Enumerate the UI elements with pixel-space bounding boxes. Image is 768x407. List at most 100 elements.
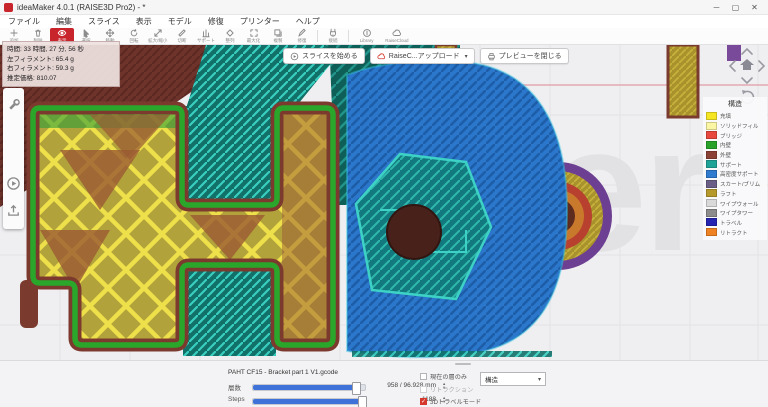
close-preview-label: プレビューを閉じる [499,51,562,61]
model-support-upper-notch [183,106,276,208]
legend-row-0: 充填 [706,111,764,121]
legend-label: リトラクト [720,228,748,237]
home-view-icon[interactable] [740,59,754,70]
play-icon[interactable] [6,176,21,191]
close-preview-button[interactable]: プレビューを閉じる [480,48,569,64]
print-stats-panel: 時間: 33 時間, 27 分, 56 秒左フィラメント: 65.4 g右フィラ… [2,41,120,87]
stat-row-3: 推定価格: 810.07 [7,74,115,84]
rotate-icon [129,28,139,38]
panel-drag-handle[interactable] [455,363,471,365]
menu-item-6[interactable]: プリンター [232,15,288,28]
start-slice-label: スライスを始める [302,51,358,61]
legend-label: 充填 [720,112,731,121]
toolbar-button-cut[interactable]: 切断 [170,28,194,44]
legend-label: ソリッドフィル [720,121,758,130]
side-toolbar [3,88,24,229]
legend-row-4: 外壁 [706,150,764,160]
legend-label: スカート/ブリム [720,179,760,188]
checkbox-row-1[interactable]: リトラクション [420,385,473,394]
legend-label: 外壁 [720,150,731,159]
maximize-button[interactable]: ▢ [726,1,745,14]
stat-row-0: 時間: 33 時間, 27 分, 56 秒 [7,45,115,55]
menu-item-1[interactable]: 編集 [48,15,80,28]
toolbar-button-rotate[interactable]: 回転 [122,28,146,44]
legend-label: 内壁 [720,141,731,150]
pan-left-icon[interactable] [730,61,735,71]
structure-dropdown[interactable]: 構造 ▾ [480,372,546,386]
cursor-icon [81,28,91,38]
checkbox-checked-icon[interactable]: ✓ [420,398,427,405]
legend-title: 構造 [706,99,764,109]
checkbox-label: 3Dトラベルモード [430,397,481,406]
legend-label: ブリッジ [720,131,742,140]
repair-icon [297,28,307,38]
legend-row-8: ラフト [706,189,764,199]
library-icon [362,28,372,38]
toolbar-button-raisecloud[interactable]: RaiseCloud [382,28,412,44]
minimize-button[interactable]: ─ [707,1,726,14]
structure-dropdown-value: 構造 [485,374,498,384]
legend-color-chip [706,180,717,188]
structure-legend: 構造 充填ソリッドフィルブリッジ内壁外壁サポート高密度サポートスカート/ブリムラ… [703,97,767,240]
menu-item-4[interactable]: モデル [160,15,200,28]
legend-row-10: ワイプタワー [706,208,764,218]
menu-item-3[interactable]: 表示 [128,15,160,28]
toolbar-label-cut: 切断 [177,39,186,44]
menu-item-5[interactable]: 修復 [200,15,232,28]
toolbar-button-library[interactable]: Library [352,28,382,44]
menu-item-0[interactable]: ファイル [0,15,48,28]
legend-color-chip [706,122,717,130]
checkbox-row-2[interactable]: ✓3Dトラベルモード [420,397,481,406]
legend-color-chip [706,209,717,217]
upload-icon[interactable] [6,202,21,217]
layer-slider[interactable] [252,384,366,391]
move-icon [105,28,115,38]
legend-color-chip [706,141,717,149]
steps-slider[interactable] [252,398,366,405]
legend-row-6: 高密度サポート [706,169,764,179]
pan-up-icon[interactable] [742,49,752,54]
layer-slider-handle[interactable] [352,382,361,395]
legend-row-11: トラベル [706,218,764,228]
toolbar-button-support[interactable]: サポート [194,28,218,44]
model-support-lower-notch [183,264,276,356]
red-cloud-icon [377,52,386,61]
toolbar-button-align[interactable]: 整列 [218,28,242,44]
duplicate-icon [273,28,283,38]
toolbar-separator [317,30,318,42]
pan-right-icon[interactable] [759,61,764,71]
checkbox-icon[interactable] [420,386,427,393]
steps-slider-handle[interactable] [358,396,367,407]
app-icon [4,3,13,12]
toolbar-button-maximize[interactable]: 最大化 [242,28,266,44]
legend-row-3: 内壁 [706,140,764,150]
toolbar-label-support: サポート [197,39,215,44]
legend-row-7: スカート/ブリム [706,179,764,189]
viewport-canvas[interactable]: aker [0,45,768,360]
pan-down-icon[interactable] [742,78,752,83]
toolbar-label-align: 整列 [225,39,234,44]
upload-raisecloud-button[interactable]: RaiseC...アップロード ▾ [370,48,475,64]
checkbox-label: 現在の層のみ [430,372,467,381]
menu-item-7[interactable]: ヘルプ [288,15,328,28]
toolbar-label-duplicate: 複製 [273,39,282,44]
legend-color-chip [706,228,717,236]
eye-icon [57,28,67,38]
menu-item-2[interactable]: スライス [80,15,128,28]
scale-icon [153,28,163,38]
settings-wrench-icon[interactable] [6,96,21,111]
slice-icon [290,52,299,61]
upload-caret-icon[interactable]: ▾ [465,53,468,60]
toolbar-button-repair[interactable]: 修復 [290,28,314,44]
checkbox-icon[interactable] [420,373,427,380]
toolbar-label-repair: 修復 [297,39,306,44]
close-button[interactable]: ✕ [745,1,764,14]
checkbox-row-0[interactable]: 現在の層のみ [420,372,467,381]
toolbar-button-scale[interactable]: 拡大/縮小 [146,28,170,44]
start-slice-button[interactable]: スライスを始める [283,48,365,64]
legend-row-1: ソリッドフィル [706,121,764,131]
chevron-down-icon: ▾ [538,376,541,383]
toolbar-button-connect[interactable]: 接続 [321,28,345,44]
toolbar-button-duplicate[interactable]: 複製 [266,28,290,44]
model-letter-d [347,61,567,358]
